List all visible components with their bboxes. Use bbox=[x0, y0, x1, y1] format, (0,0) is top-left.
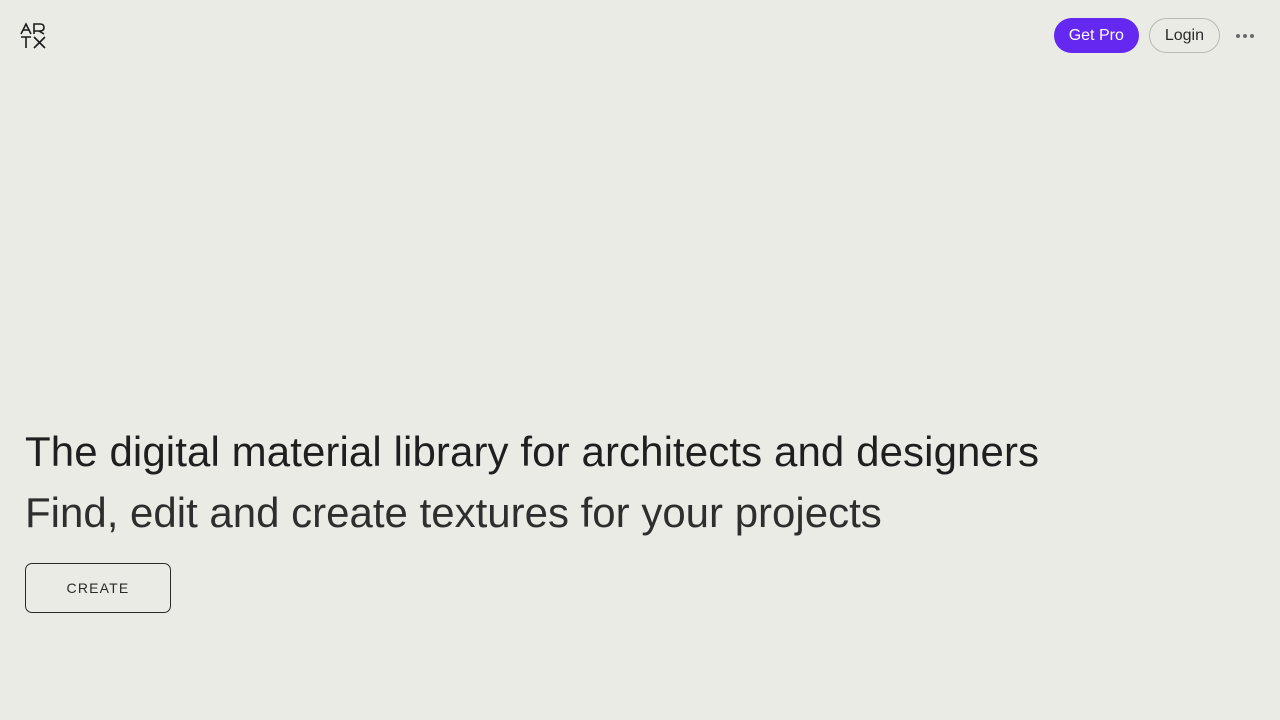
page: Get Pro Login The digital material libra… bbox=[0, 0, 1280, 720]
hero-subtitle: Find, edit and create textures for your … bbox=[25, 489, 882, 536]
login-button[interactable]: Login bbox=[1148, 18, 1220, 53]
more-dot bbox=[1243, 33, 1247, 38]
artx-logo-icon bbox=[20, 22, 46, 49]
create-button[interactable]: CREATE bbox=[25, 563, 171, 613]
header-actions: Get Pro Login bbox=[1053, 18, 1258, 53]
more-dot bbox=[1236, 33, 1240, 38]
artx-logo[interactable] bbox=[20, 22, 48, 50]
more-dot bbox=[1250, 33, 1254, 38]
hero-title: The digital material library for archite… bbox=[25, 428, 1040, 475]
hero-section: The digital material library for archite… bbox=[25, 428, 1039, 613]
more-horizontal-icon[interactable] bbox=[1232, 21, 1258, 51]
get-pro-button[interactable]: Get Pro bbox=[1053, 18, 1139, 53]
